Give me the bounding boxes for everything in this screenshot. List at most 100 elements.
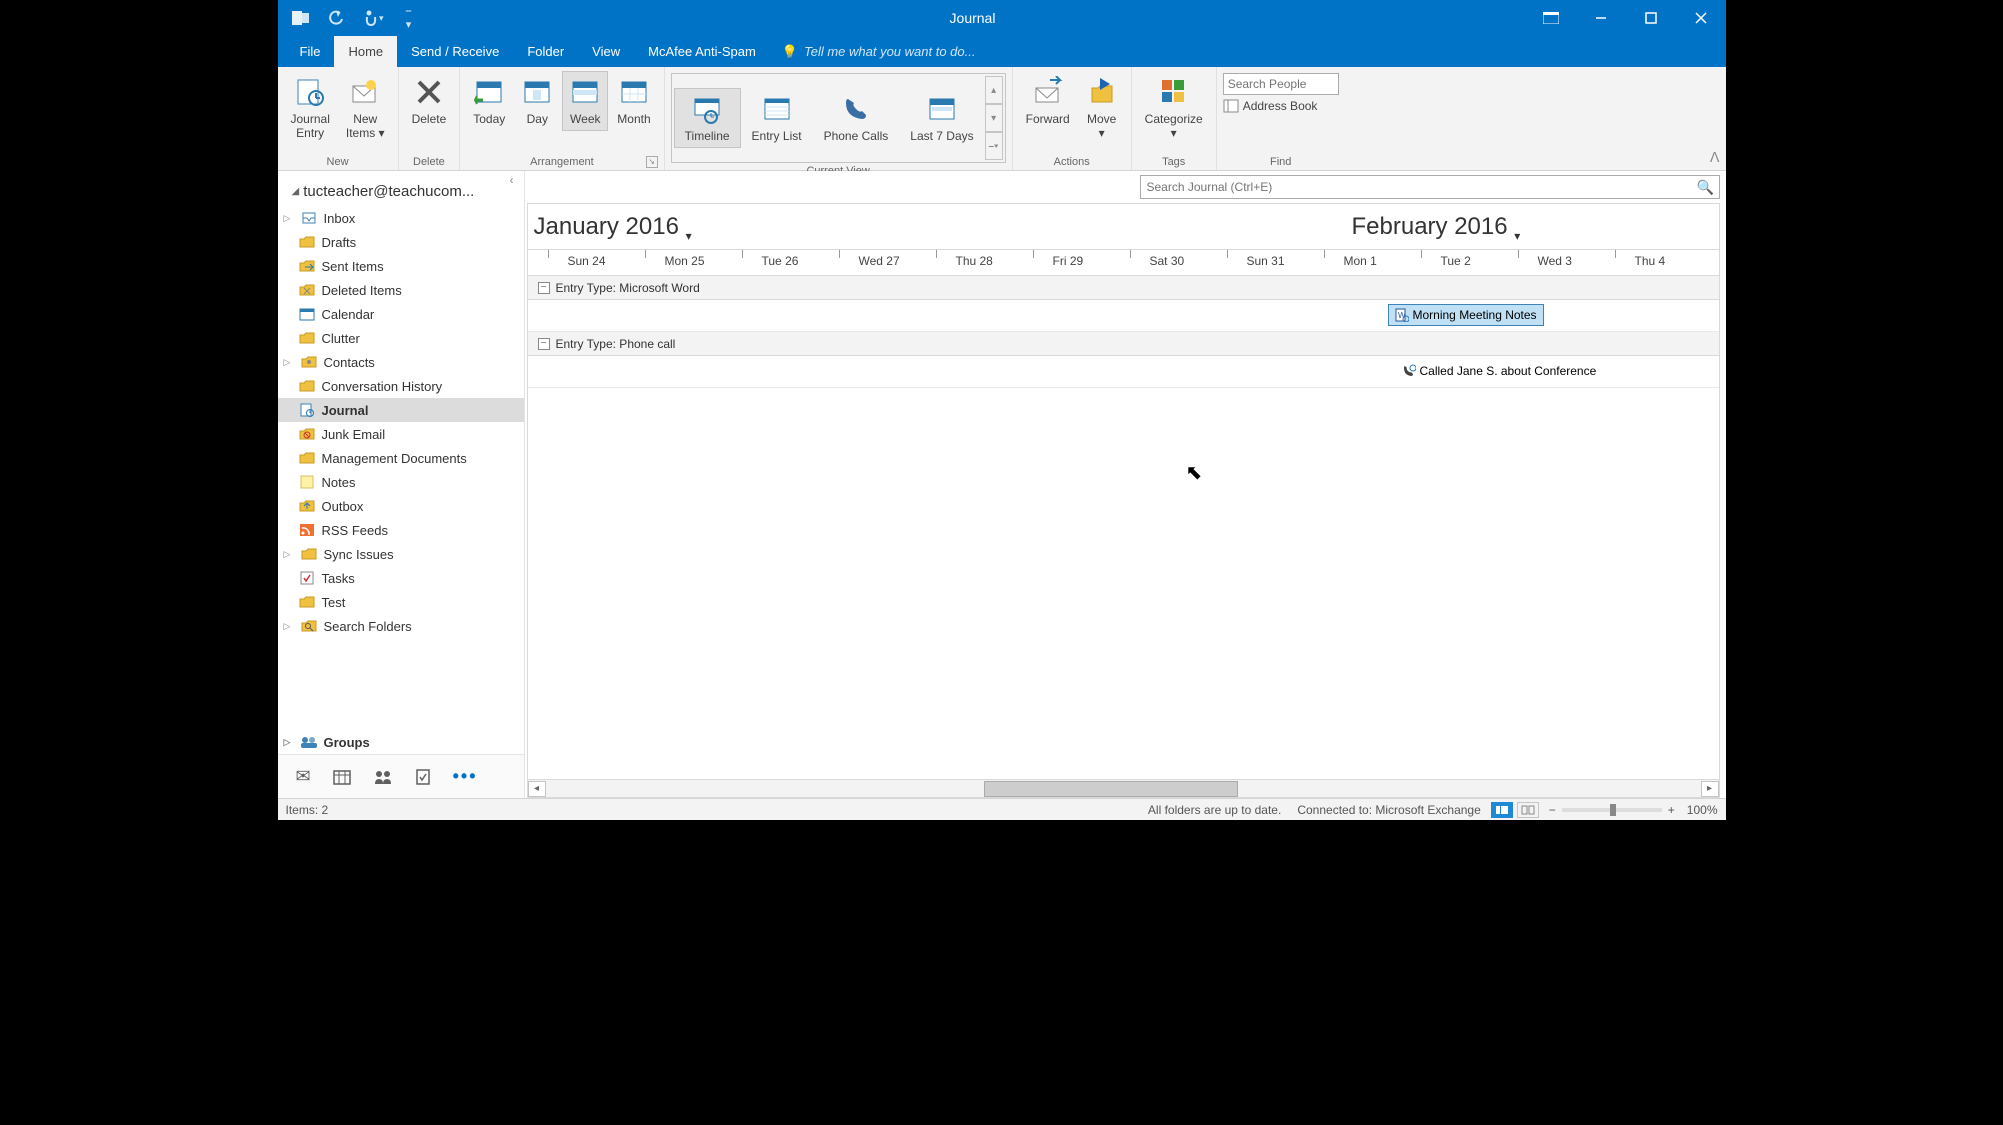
scroll-right-icon[interactable]: ▸ (1701, 781, 1719, 797)
ribbon-tabs: File Home Send / Receive Folder View McA… (278, 36, 1726, 67)
folder-sent-items[interactable]: Sent Items (278, 254, 524, 278)
month-label-2[interactable]: February 2016 ▾ (1352, 213, 1521, 243)
gallery-down-icon[interactable]: ▾ (985, 104, 1003, 132)
collapse-box-icon[interactable]: − (538, 282, 550, 294)
ribbon-display-icon[interactable] (1526, 0, 1576, 36)
collapse-box-icon[interactable]: − (538, 338, 550, 350)
folder-outbox[interactable]: Outbox (278, 494, 524, 518)
search-icon (300, 618, 318, 634)
tab-home[interactable]: Home (334, 36, 397, 67)
zoom-out-icon[interactable]: − (1549, 803, 1556, 817)
categorize-button[interactable]: Categorize▾ (1138, 71, 1210, 146)
folder-label: Contacts (324, 355, 375, 370)
phone-calls-view-button[interactable]: Phone Calls (813, 88, 900, 148)
reading-view-icon[interactable] (1517, 802, 1539, 818)
folder-contacts[interactable]: Contacts (278, 350, 524, 374)
lane-word: W Morning Meeting Notes (528, 300, 1719, 332)
touch-mode-icon[interactable]: ▾ (362, 7, 384, 29)
new-items-button[interactable]: New Items ▾ (339, 71, 392, 146)
forward-button[interactable]: Forward (1019, 71, 1077, 131)
journal-entry-phone[interactable]: Called Jane S. about Conference (1396, 360, 1603, 382)
folder-deleted-items[interactable]: Deleted Items (278, 278, 524, 302)
people-nav-icon[interactable] (373, 769, 393, 785)
folder-rss-feeds[interactable]: RSS Feeds (278, 518, 524, 542)
tasks-nav-icon[interactable] (415, 768, 431, 786)
folder-tasks[interactable]: Tasks (278, 566, 524, 590)
move-button[interactable]: Move▾ (1079, 71, 1125, 146)
window-title: Journal (420, 10, 1526, 26)
tab-folder[interactable]: Folder (513, 36, 578, 67)
folder-pane: ‹ tucteacher@teachucom... InboxDraftsSen… (278, 171, 525, 798)
collapse-ribbon-icon[interactable]: ᐱ (1710, 149, 1720, 166)
normal-view-icon[interactable] (1491, 802, 1513, 818)
folder-junk-email[interactable]: Junk Email (278, 422, 524, 446)
entry-type-word[interactable]: −Entry Type: Microsoft Word (528, 276, 1719, 300)
gallery-more-icon[interactable]: ⎯▾ (985, 132, 1003, 160)
entry-list-view-button[interactable]: Entry List (741, 88, 813, 148)
qat-customize-icon[interactable]: ⎯▾ (398, 7, 420, 29)
search-people-input[interactable] (1223, 73, 1339, 95)
search-journal-input[interactable] (1141, 180, 1693, 194)
month-label-1[interactable]: January 2016 ▾ (534, 213, 692, 243)
scroll-left-icon[interactable]: ◂ (528, 781, 546, 797)
folder-drafts[interactable]: Drafts (278, 230, 524, 254)
folder-label: Calendar (322, 307, 375, 322)
groups-label: Groups (324, 735, 370, 750)
delete-button[interactable]: Delete (405, 71, 454, 131)
folder-management-documents[interactable]: Management Documents (278, 446, 524, 470)
journal-entry-button[interactable]: Journal Entry (284, 71, 337, 146)
close-button[interactable] (1676, 0, 1726, 36)
folder-label: Notes (322, 475, 356, 490)
outbox-icon (298, 498, 316, 514)
folder-test[interactable]: Test (278, 590, 524, 614)
folder-sync-issues[interactable]: Sync Issues (278, 542, 524, 566)
arrangement-launcher-icon[interactable]: ↘ (646, 156, 658, 168)
groups-header[interactable]: Groups (278, 730, 524, 754)
account-header[interactable]: tucteacher@teachucom... (278, 171, 524, 206)
tab-view[interactable]: View (578, 36, 634, 67)
svg-text:W: W (1398, 311, 1406, 320)
undo-icon[interactable] (326, 7, 348, 29)
mail-nav-icon[interactable]: ✉ (296, 766, 311, 787)
tab-mcafee[interactable]: McAfee Anti-Spam (634, 36, 770, 67)
group-find-label: Find (1223, 154, 1339, 170)
more-nav-icon[interactable]: ••• (453, 766, 478, 787)
today-button[interactable]: Today (466, 71, 512, 131)
day-button[interactable]: Day (514, 71, 560, 131)
zoom-thumb[interactable] (1610, 804, 1616, 816)
entry-type-phone[interactable]: −Entry Type: Phone call (528, 332, 1719, 356)
folder-inbox[interactable]: Inbox (278, 206, 524, 230)
folder-calendar[interactable]: Calendar (278, 302, 524, 326)
day-header: Fri 29 (1053, 254, 1084, 268)
journal-entry-word[interactable]: W Morning Meeting Notes (1388, 304, 1544, 326)
inbox-icon (300, 210, 318, 226)
month-button[interactable]: Month (610, 71, 657, 131)
minimize-button[interactable] (1576, 0, 1626, 36)
folder-label: Conversation History (322, 379, 443, 394)
search-icon[interactable]: 🔍 (1693, 179, 1719, 196)
address-book-button[interactable]: Address Book (1223, 99, 1339, 113)
status-sync: All folders are up to date. (1148, 803, 1281, 817)
search-journal-box[interactable]: 🔍 (1140, 175, 1720, 199)
maximize-button[interactable] (1626, 0, 1676, 36)
day-header: Mon 25 (665, 254, 705, 268)
timeline-scrollbar[interactable]: ◂ ▸ (528, 779, 1719, 797)
gallery-up-icon[interactable]: ▴ (985, 76, 1003, 104)
timeline-view-button[interactable]: Timeline (674, 88, 741, 148)
zoom-in-icon[interactable]: + (1668, 803, 1675, 817)
calendar-nav-icon[interactable] (333, 768, 351, 786)
folder-search-folders[interactable]: Search Folders (278, 614, 524, 638)
week-button[interactable]: Week (562, 71, 608, 131)
tell-me[interactable]: 💡Tell me what you want to do... (770, 36, 976, 67)
folder-conversation-history[interactable]: Conversation History (278, 374, 524, 398)
folder-notes[interactable]: Notes (278, 470, 524, 494)
tab-file[interactable]: File (286, 36, 335, 67)
folder-clutter[interactable]: Clutter (278, 326, 524, 350)
zoom-control[interactable]: − + 100% (1549, 803, 1718, 817)
collapse-pane-icon[interactable]: ‹ (510, 173, 514, 187)
status-items: Items: 2 (286, 803, 329, 817)
scroll-thumb[interactable] (984, 781, 1238, 797)
folder-journal[interactable]: Journal (278, 398, 524, 422)
last-7-days-view-button[interactable]: Last 7 Days (899, 88, 984, 148)
tab-send-receive[interactable]: Send / Receive (397, 36, 513, 67)
